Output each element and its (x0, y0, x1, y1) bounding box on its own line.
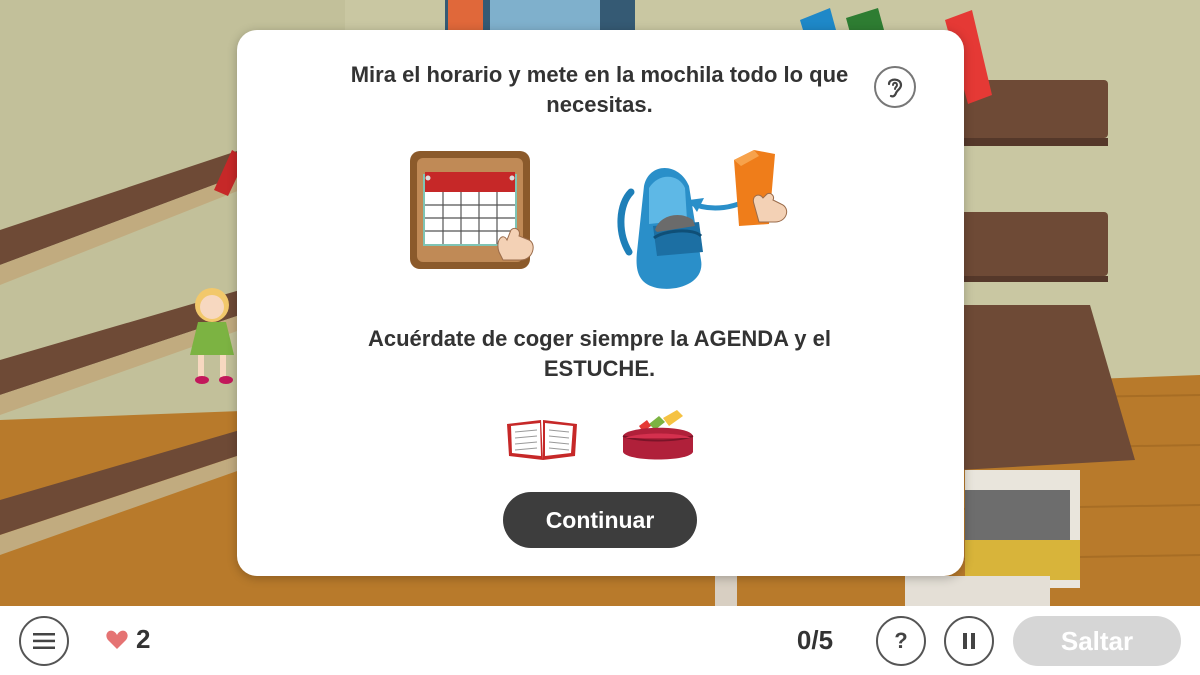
pencil-case-illustration (622, 410, 694, 460)
continue-button[interactable]: Continuar (503, 492, 697, 548)
bottom-toolbar: 2 0/5 ? Saltar (0, 606, 1200, 675)
audio-button[interactable] (874, 66, 916, 108)
pause-button[interactable] (944, 616, 994, 666)
ear-icon (887, 78, 903, 98)
instruction-text-schedule: Mira el horario y mete en la mochila tod… (350, 62, 849, 117)
instructions-dialog: Mira el horario y mete en la mochila tod… (237, 30, 964, 576)
instruction-text-remember: Acuérdate de coger siempre la AGENDA y e… (368, 326, 831, 381)
pause-icon (963, 633, 975, 649)
schedule-board-illustration (410, 151, 534, 269)
menu-icon (33, 633, 55, 649)
heart-icon (106, 630, 128, 649)
menu-button[interactable] (19, 616, 69, 666)
lives-count: 2 (136, 624, 151, 654)
help-button[interactable]: ? (876, 616, 926, 666)
progress-counter: 0/5 (796, 625, 834, 655)
backpack-illustration (617, 150, 788, 289)
agenda-illustration (507, 420, 577, 460)
lives-indicator: 2 (106, 624, 150, 655)
skip-button[interactable]: Saltar (1013, 616, 1181, 666)
